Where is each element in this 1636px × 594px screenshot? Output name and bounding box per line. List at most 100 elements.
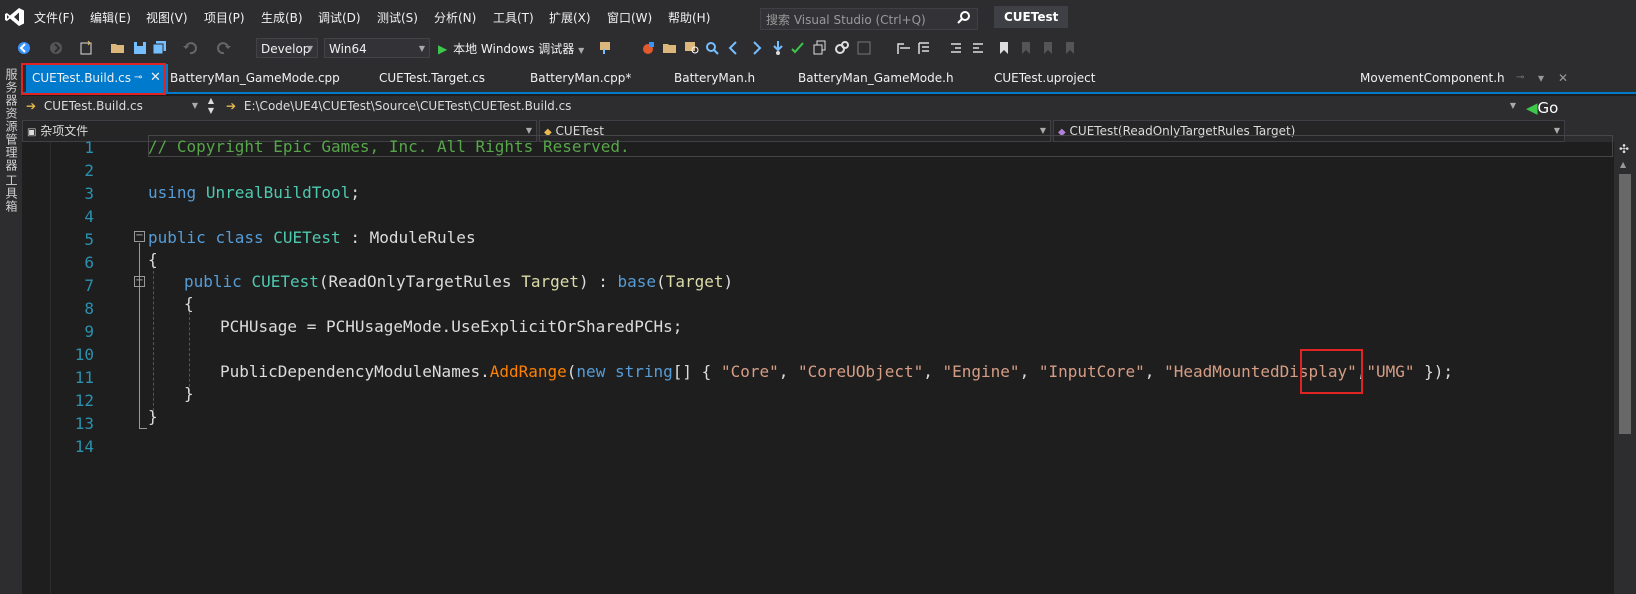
copy-icon[interactable] (812, 40, 828, 56)
link-icon[interactable] (834, 40, 850, 56)
code-line-9: PCHUsage = PCHUsageMode.UseExplicitOrSha… (220, 315, 682, 338)
split-editor-icon[interactable]: ✣ (1619, 142, 1629, 156)
tab-batteryman-h[interactable]: BatteryMan.h (674, 64, 755, 92)
tab-batteryman-gamemode-cpp[interactable]: BatteryMan_GameMode.cpp (170, 64, 340, 92)
split-spinner[interactable]: ▲ ▼ (204, 96, 218, 118)
collapse-icon[interactable]: − (134, 231, 145, 242)
scrollbar-thumb[interactable] (1619, 174, 1631, 434)
spell-check-icon[interactable] (790, 40, 806, 56)
open-file-icon[interactable] (110, 40, 126, 56)
go-button[interactable]: ◀Go (1526, 96, 1558, 120)
close-icon[interactable]: ✕ (1558, 64, 1568, 92)
tab-pin-icon[interactable]: ⊸ (1516, 64, 1524, 92)
undo-icon[interactable] (182, 40, 198, 56)
scroll-up-icon[interactable]: ▲ (1620, 160, 1626, 169)
string-token: "CoreUObject" (798, 362, 924, 381)
tab-cuetest-target-cs[interactable]: CUETest.Target.cs (379, 64, 485, 92)
menu-view[interactable]: 视图(V) (146, 0, 188, 34)
tab-cuetest-uproject[interactable]: CUETest.uproject (994, 64, 1095, 92)
search-input[interactable]: 搜索 Visual Studio (Ctrl+Q) (760, 8, 978, 30)
fold-line (139, 243, 140, 428)
build-icon[interactable] (640, 40, 656, 56)
clear-bookmarks-icon[interactable] (1062, 40, 1078, 56)
line-number: 6 (84, 253, 94, 272)
bookmark-icon[interactable] (996, 40, 1012, 56)
keyword-token: new (576, 362, 606, 381)
keyword-token: public (148, 228, 206, 247)
line-number: 10 (74, 345, 94, 364)
file-dropdown[interactable]: ➔ CUETest.Build.cs ▼ (22, 96, 202, 118)
solution-platform-dropdown[interactable]: Win64 ▼ (324, 38, 430, 58)
tab-batteryman-cpp[interactable]: BatteryMan.cpp* (530, 64, 631, 92)
outline-icon[interactable] (916, 40, 932, 56)
string-token: "Core" (720, 362, 779, 381)
navigate-forward-nav-icon[interactable] (748, 40, 764, 56)
vertical-scrollbar[interactable]: ✣ ▲ (1614, 142, 1636, 594)
code-line-8: { (184, 292, 194, 315)
navigate-backward-icon[interactable] (726, 40, 742, 56)
new-project-icon[interactable] (78, 40, 94, 56)
menu-tools[interactable]: 工具(T) (493, 0, 534, 34)
go-arrow-icon: ◀ (1526, 99, 1538, 117)
tab-batteryman-gamemode-h[interactable]: BatteryMan_GameMode.h (798, 64, 954, 92)
menu-project[interactable]: 项目(P) (204, 0, 245, 34)
code-line-5: public class CUETest : ModuleRules (148, 226, 476, 249)
tab-movementcomponent-h[interactable]: MovementComponent.h (1360, 64, 1505, 92)
menu-window[interactable]: 窗口(W) (607, 0, 652, 34)
save-icon[interactable] (132, 40, 148, 56)
arrow-right-icon: ➔ (226, 99, 237, 113)
solution-platform-value: Win64 (329, 42, 367, 56)
punctuation-token: ; (350, 183, 360, 202)
step-into-icon[interactable] (770, 40, 786, 56)
project-icon: ▣ (27, 127, 37, 138)
menu-test[interactable]: 测试(S) (377, 0, 418, 34)
comment-out-icon[interactable] (856, 40, 872, 56)
identifier-token: PublicDependencyModuleNames. (220, 362, 490, 381)
menu-analyze[interactable]: 分析(N) (434, 0, 476, 34)
toggle-breakpoint-icon[interactable] (896, 40, 912, 56)
path-field[interactable]: ➔ E:\Code\UE4\CUETest\Source\CUETest\CUE… (222, 96, 1520, 118)
keyword-token: class (215, 228, 264, 247)
tab-label: BatteryMan_GameMode.cpp (170, 71, 340, 85)
menu-extensions[interactable]: 扩展(X) (549, 0, 591, 34)
menu-edit[interactable]: 编辑(E) (90, 0, 131, 34)
line-number: 7 (84, 276, 94, 295)
start-debugging-button[interactable]: ▶ 本地 Windows 调试器 ▼ (438, 40, 584, 58)
menu-help[interactable]: 帮助(H) (668, 0, 710, 34)
solution-configuration-dropdown[interactable]: Develop ▼ (256, 38, 318, 58)
go-label: Go (1537, 99, 1559, 117)
code-line-12: } (184, 382, 194, 405)
line-number: 14 (74, 437, 94, 456)
find-icon[interactable] (704, 40, 720, 56)
next-bookmark-icon[interactable] (1040, 40, 1056, 56)
string-token: "Engine" (942, 362, 1020, 381)
server-explorer-tab[interactable]: 服务器资源管理器 (3, 68, 20, 172)
line-number: 4 (84, 207, 94, 226)
punctuation-token: { (184, 294, 194, 313)
line-number: 12 (74, 391, 94, 410)
class-name-token: CUETest (273, 228, 341, 247)
folder-icon[interactable] (662, 40, 678, 56)
indicator-margin (22, 142, 51, 594)
string-token: "InputCore" (1038, 362, 1145, 381)
toolbox-tab[interactable]: 工具箱 (3, 174, 20, 213)
navigate-back-icon[interactable] (16, 40, 32, 56)
menu-debug[interactable]: 调试(D) (318, 0, 361, 34)
redo-icon[interactable] (216, 40, 232, 56)
file-dropdown-value: CUETest.Build.cs (43, 99, 143, 113)
highlight-box-umg (1300, 349, 1363, 394)
save-all-icon[interactable] (152, 40, 168, 56)
project-title: CUETest (994, 6, 1069, 28)
menu-build[interactable]: 生成(B) (261, 0, 303, 34)
code-line-6: { (148, 248, 158, 271)
increase-indent-icon[interactable] (970, 40, 986, 56)
tab-label: BatteryMan_GameMode.h (798, 71, 954, 85)
decrease-indent-icon[interactable] (948, 40, 964, 56)
browse-icon[interactable] (598, 40, 614, 56)
menu-file[interactable]: 文件(F) (34, 0, 74, 34)
find-in-files-icon[interactable] (684, 40, 700, 56)
tab-list-dropdown-icon[interactable]: ▾ (1538, 64, 1544, 92)
previous-bookmark-icon[interactable] (1018, 40, 1034, 56)
keyword-token: public (184, 272, 242, 291)
navigate-forward-icon[interactable] (48, 40, 64, 56)
